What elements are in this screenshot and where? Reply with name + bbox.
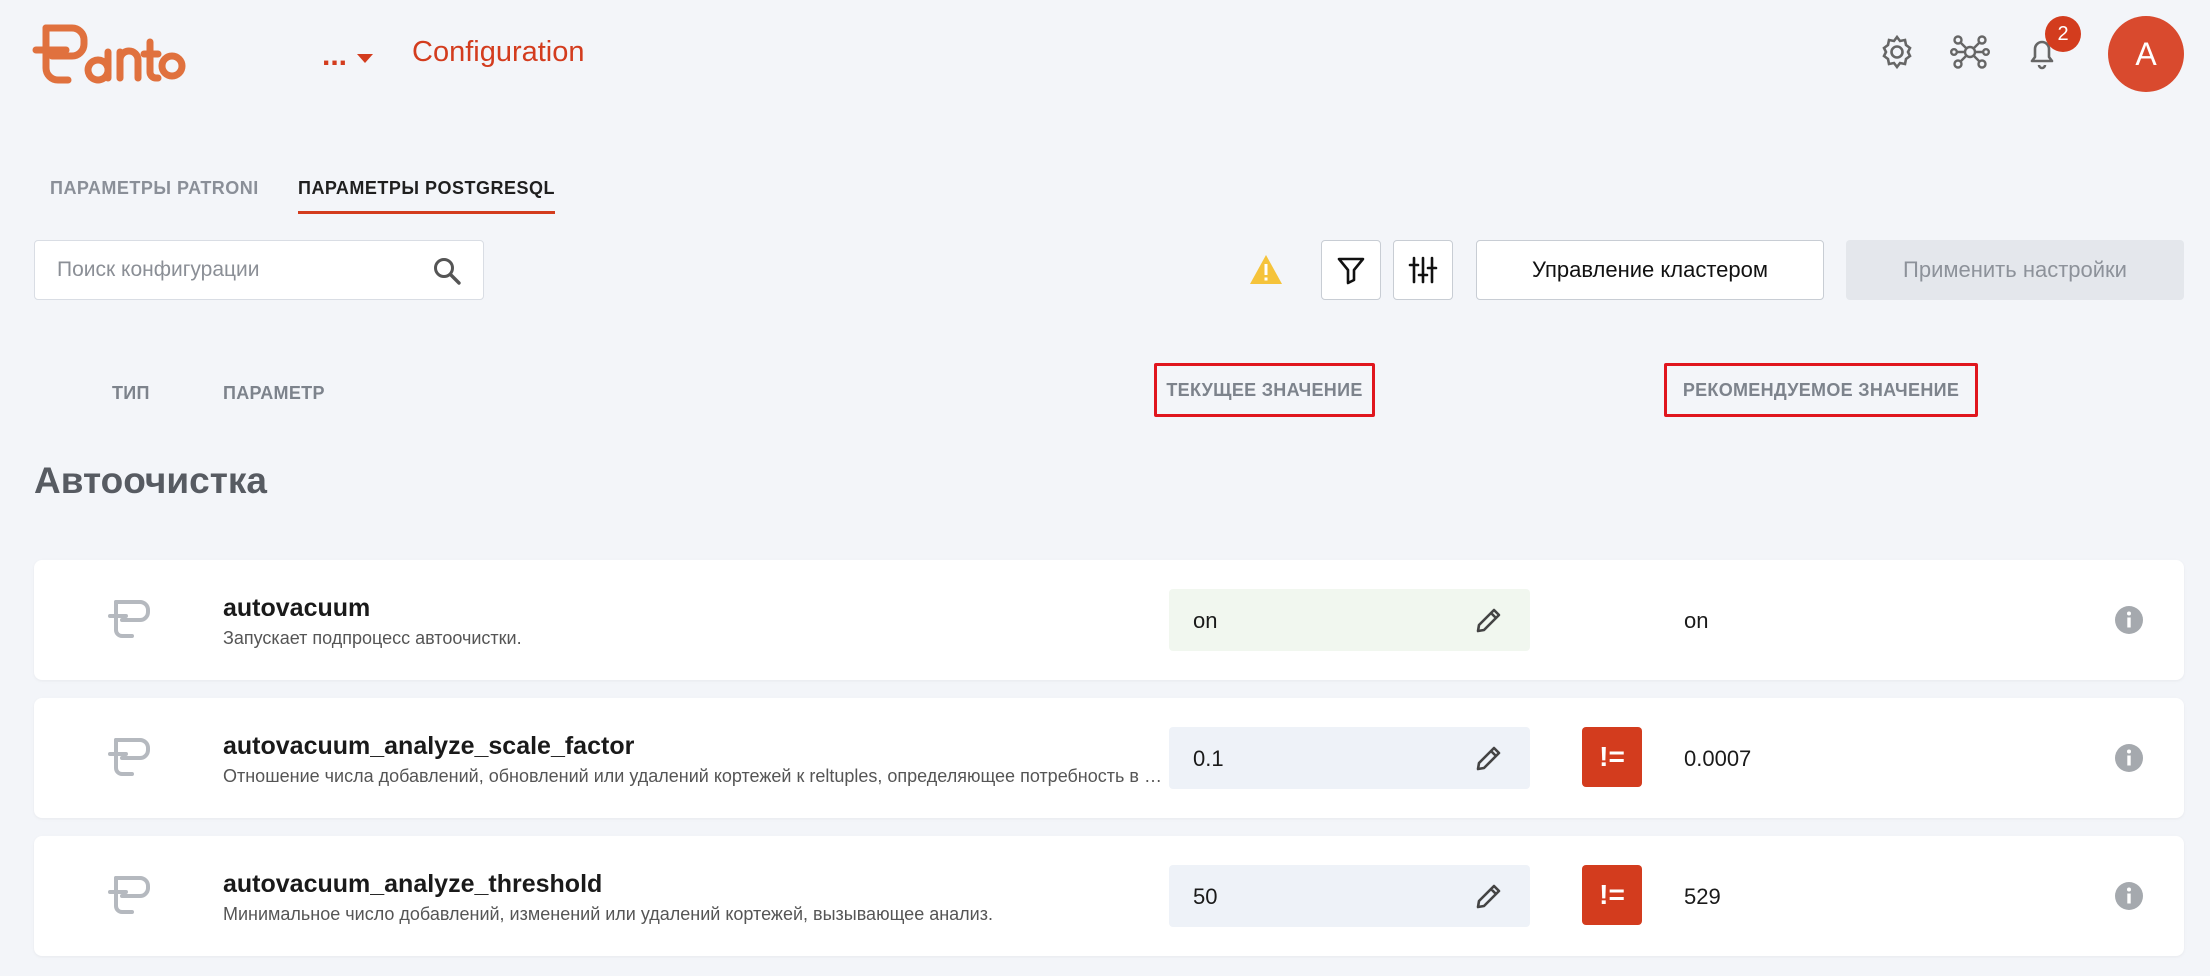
- info-icon[interactable]: [2114, 743, 2144, 773]
- not-equal-badge[interactable]: !=: [1582, 727, 1642, 787]
- warning-icon[interactable]: [1248, 252, 1284, 288]
- current-value-field[interactable]: on: [1169, 589, 1530, 651]
- search-icon[interactable]: [431, 255, 463, 287]
- edit-pencil-icon[interactable]: [1474, 743, 1504, 773]
- info-icon[interactable]: [2114, 605, 2144, 635]
- column-header-parameter: ПАРАМЕТР: [223, 383, 325, 403]
- top-header: ... Configuration 2 A: [0, 0, 2210, 110]
- param-row[interactable]: autovacuum Запускает подпроцесс автоочис…: [34, 560, 2184, 680]
- column-header-current-value: ТЕКУЩЕЕ ЗНАЧЕНИЕ: [1154, 363, 1375, 417]
- param-type-icon: [108, 734, 154, 780]
- recommended-value: 529: [1684, 884, 1721, 909]
- config-search-box: [34, 240, 484, 300]
- tab-postgresql-params[interactable]: ПАРАМЕТРЫ POSTGRESQL: [298, 178, 555, 214]
- column-header-recommended-value: РЕКОМЕНДУЕМОЕ ЗНАЧЕНИЕ: [1664, 363, 1978, 417]
- current-value: 0.1: [1193, 746, 1224, 771]
- edit-pencil-icon[interactable]: [1474, 881, 1504, 911]
- current-value-field[interactable]: 0.1: [1169, 727, 1530, 789]
- edit-pencil-icon[interactable]: [1474, 605, 1504, 635]
- tantor-logo[interactable]: [32, 20, 192, 86]
- not-equal-badge[interactable]: !=: [1582, 865, 1642, 925]
- recommended-value: on: [1684, 608, 1709, 633]
- param-description: Минимальное число добавлений, изменений …: [223, 904, 993, 924]
- current-value: 50: [1193, 884, 1218, 909]
- param-row[interactable]: autovacuum_analyze_threshold Минимальное…: [34, 836, 2184, 956]
- sliders-icon: [1408, 256, 1438, 284]
- section-title-autovacuum: Автоочистка: [34, 460, 267, 501]
- user-avatar[interactable]: A: [2108, 16, 2184, 92]
- cluster-selector[interactable]: ...: [322, 36, 374, 76]
- notification-count-badge: 2: [2045, 16, 2081, 52]
- info-icon[interactable]: [2114, 881, 2144, 911]
- param-type-icon: [108, 872, 154, 918]
- tab-patroni-params[interactable]: ПАРАМЕТРЫ PATRONI: [50, 178, 259, 211]
- current-value: on: [1193, 608, 1218, 633]
- current-value-field[interactable]: 50: [1169, 865, 1530, 927]
- manage-cluster-button[interactable]: Управление кластером: [1476, 240, 1824, 300]
- param-name: autovacuum_analyze_threshold: [223, 870, 603, 898]
- filter-icon: [1337, 257, 1365, 285]
- column-settings-button[interactable]: [1393, 240, 1453, 300]
- param-name: autovacuum_analyze_scale_factor: [223, 732, 635, 760]
- param-row[interactable]: autovacuum_analyze_scale_factor Отношени…: [34, 698, 2184, 818]
- caret-down-icon: [357, 53, 374, 63]
- config-search-input[interactable]: [35, 241, 425, 299]
- settings-gear-icon[interactable]: [1877, 32, 1917, 72]
- cluster-topology-icon[interactable]: [1950, 32, 1991, 72]
- param-description: Отношение числа добавлений, обновлений и…: [223, 766, 1163, 786]
- filter-button[interactable]: [1321, 240, 1381, 300]
- recommended-value: 0.0007: [1684, 746, 1752, 771]
- page-title: Configuration: [412, 36, 585, 68]
- cluster-name: ...: [322, 39, 348, 72]
- param-description: Запускает подпроцесс автоочистки.: [223, 628, 522, 648]
- apply-settings-button[interactable]: Применить настройки: [1846, 240, 2184, 300]
- column-header-type: ТИП: [112, 383, 150, 403]
- param-type-icon: [108, 596, 154, 642]
- param-name: autovacuum: [223, 594, 371, 622]
